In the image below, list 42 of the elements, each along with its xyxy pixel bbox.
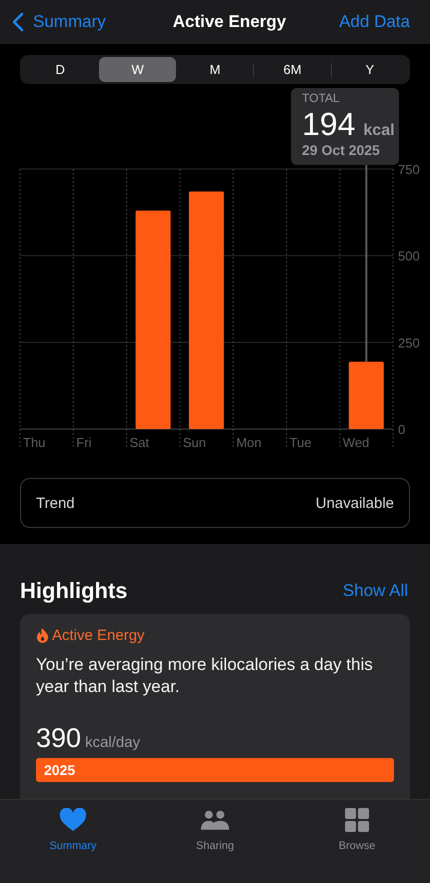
section-title: Highlights	[20, 578, 128, 604]
axis-label: Sun	[182, 435, 206, 450]
flame-icon	[36, 628, 49, 643]
axis-label: Tue	[290, 435, 312, 450]
tab-bar-item[interactable]: Browse	[312, 808, 402, 856]
highlight-text: You’re averaging more kilocalories a day this year than last year.	[36, 654, 374, 698]
people-icon	[200, 808, 230, 832]
show-all-link[interactable]: Show All	[342, 581, 408, 601]
period-tab[interactable]: W	[99, 57, 176, 82]
axis-label: 250	[398, 335, 420, 350]
axis-label: Fri	[76, 435, 92, 450]
axis-label: Mon	[236, 435, 262, 450]
axis-label: Thu	[23, 435, 46, 450]
axis-label: Sat	[130, 435, 150, 450]
tooltip-date: 29 Oct 2025	[302, 142, 381, 158]
total-unit: kcal	[363, 122, 395, 140]
period-tab[interactable]: D	[22, 57, 98, 82]
trend-label: Trend	[36, 494, 75, 512]
period-tab[interactable]: M	[176, 57, 254, 82]
chart-bar	[348, 362, 384, 429]
tab-bar-item[interactable]: Sharing	[170, 808, 260, 856]
back-button[interactable]: Summary	[12, 12, 106, 32]
grid-icon	[342, 808, 372, 832]
axis-label: 750	[398, 162, 420, 177]
back-chevron-icon	[12, 12, 24, 32]
axis-label: 0	[398, 422, 406, 437]
period-tab[interactable]: Y	[332, 57, 408, 82]
trend-value: Unavailable	[316, 494, 394, 512]
axis-label: 500	[398, 248, 420, 264]
total-value: 194	[302, 106, 356, 142]
screen-title: Active Energy	[172, 12, 286, 32]
average-unit: kcal/day	[85, 734, 140, 751]
year-bar: 2025	[36, 758, 394, 782]
heart-icon	[58, 808, 88, 832]
tooltip-label: TOTAL	[302, 91, 341, 105]
add-data-button[interactable]: Add Data	[339, 12, 410, 32]
highlight-card[interactable]: Active Energy You’re averaging more kilocalories a day this year than last year. 390 kcal/day 2025	[20, 614, 410, 799]
card-category: Active Energy	[52, 627, 145, 644]
tab-bar-item[interactable]: Summary	[28, 808, 118, 856]
period-tab[interactable]: 6M	[254, 57, 331, 82]
average-value: 390	[36, 723, 82, 754]
axis-label: Wed	[342, 435, 370, 450]
